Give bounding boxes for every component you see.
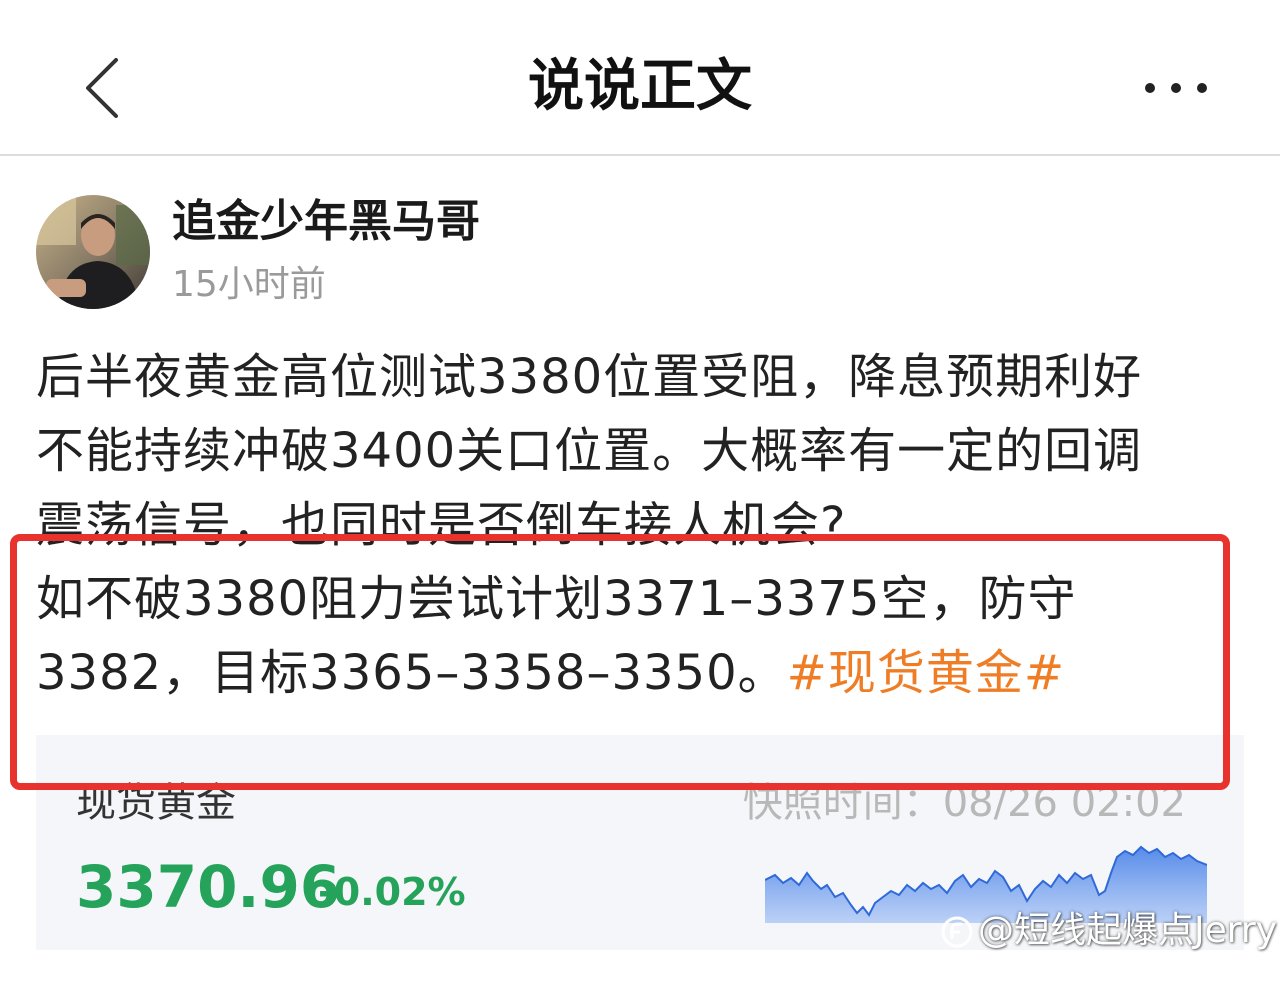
quote-change-percent: -0.02%: [318, 870, 466, 914]
more-options-button[interactable]: [1130, 66, 1230, 110]
top-navigation-bar: 说说正文: [0, 0, 1280, 156]
author-name[interactable]: 追金少年黑马哥: [172, 192, 480, 252]
post-text-line-with-hashtag: 3382，目标3365–3358–3350。#现货黄金#: [36, 636, 1246, 710]
quote-price: 3370.96: [76, 853, 341, 921]
more-dots-icon: [1145, 83, 1207, 93]
post-text-line: 震荡信号，也同时是否倒车接人机会?: [36, 497, 847, 553]
watermark-text: @短线起爆点Jerry: [978, 910, 1278, 951]
quote-snapshot-time: 快照时间：08/26 02:02: [742, 780, 1186, 826]
avatar-image: [36, 195, 150, 309]
back-button[interactable]: [70, 52, 140, 122]
post-text-line: 不能持续冲破3400关口位置。大概率有一定的回调: [36, 423, 1143, 479]
post-text-line: 后半夜黄金高位测试3380位置受阻，降息预期利好: [36, 349, 1143, 405]
post-text: 3382，目标3365–3358–3350。: [36, 645, 787, 701]
watermark: @短线起爆点Jerry: [940, 906, 1277, 956]
page-title: 说说正文: [528, 54, 752, 119]
chevron-left-icon: [86, 58, 118, 118]
post-timestamp: 15小时前: [172, 264, 326, 305]
watermark-logo-icon: [941, 916, 973, 948]
post-content: 后半夜黄金高位测试3380位置受阻，降息预期利好 不能持续冲破3400关口位置。…: [36, 340, 1246, 710]
post-text-line: 如不破3380阻力尝试计划3371–3375空，防守: [36, 571, 1077, 627]
quote-instrument-name: 现货黄金: [76, 780, 236, 826]
hashtag-link[interactable]: #现货黄金#: [787, 645, 1065, 701]
author-avatar[interactable]: [36, 195, 150, 309]
